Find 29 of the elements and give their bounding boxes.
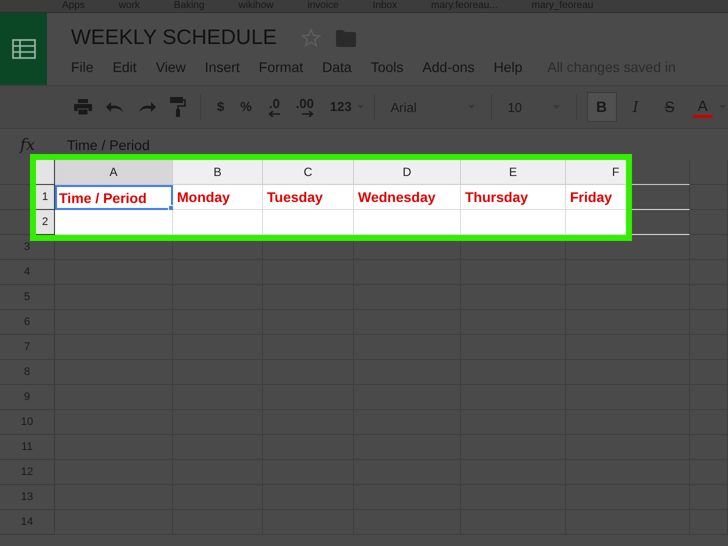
- table-cell[interactable]: Thursday: [461, 185, 566, 210]
- folder-icon[interactable]: [336, 30, 356, 46]
- column-header[interactable]: B: [173, 160, 263, 185]
- table-cell[interactable]: Time / Period: [55, 185, 173, 210]
- table-cell[interactable]: [690, 210, 728, 235]
- table-cell[interactable]: [566, 210, 690, 235]
- column-header[interactable]: A: [55, 160, 173, 185]
- column-header[interactable]: F: [566, 160, 690, 185]
- table-cell[interactable]: Friday: [566, 185, 690, 210]
- formula-field[interactable]: Time / Period: [55, 136, 150, 152]
- redo-icon[interactable]: [138, 101, 156, 113]
- table-cell[interactable]: Wednesday: [354, 185, 461, 210]
- table-cell[interactable]: [690, 185, 728, 210]
- column-header[interactable]: D: [354, 160, 461, 185]
- format-button[interactable]: $: [211, 98, 230, 116]
- column-header[interactable]: [690, 160, 728, 185]
- format-button[interactable]: %: [234, 98, 258, 116]
- document-title[interactable]: WEEKLY SCHEDULE: [71, 26, 277, 50]
- table-cell[interactable]: [690, 235, 728, 260]
- paint-roller-icon[interactable]: [170, 97, 186, 117]
- table-cell[interactable]: Tuesday: [263, 185, 354, 210]
- arrow-left-icon: [268, 110, 280, 116]
- arrow-right-icon: [302, 110, 314, 116]
- column-header[interactable]: E: [461, 160, 566, 185]
- print-icon[interactable]: [74, 99, 92, 115]
- table-cell[interactable]: Monday: [173, 185, 263, 210]
- undo-icon[interactable]: [106, 101, 124, 113]
- sheets-logo-icon[interactable]: [0, 13, 47, 85]
- column-header[interactable]: C: [263, 160, 354, 185]
